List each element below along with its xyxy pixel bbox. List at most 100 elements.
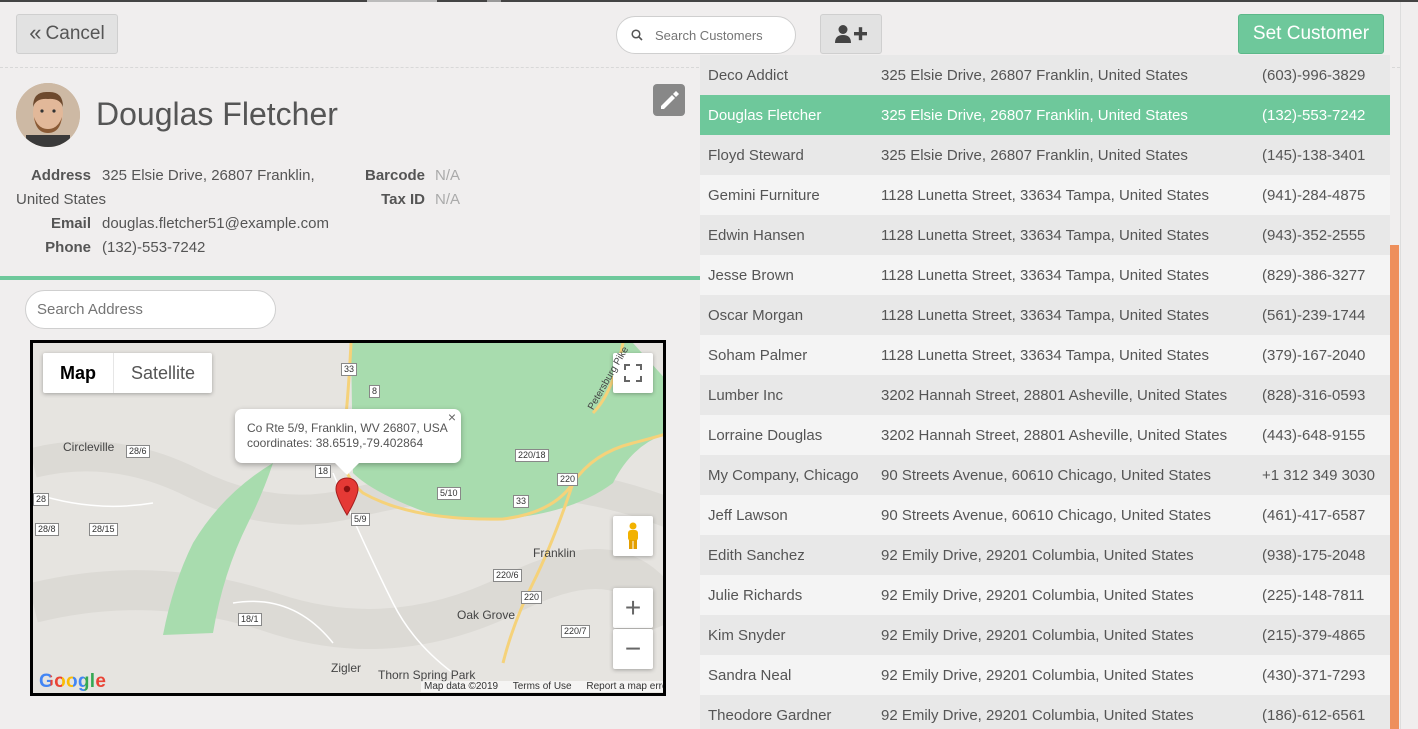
client-details-panel: Douglas Fletcher Address 325 Elsie Drive… — [0, 68, 700, 729]
barcode-label: Barcode — [365, 167, 426, 184]
customer-row[interactable]: Edith Sanchez 92 Emily Drive, 29201 Colum… — [700, 535, 1390, 575]
client-avatar — [16, 83, 80, 147]
info-address: Co Rte 5/9, Franklin, WV 26807, USA — [247, 421, 448, 435]
email-value: douglas.fletcher51@example.com — [102, 215, 330, 232]
customer-phone: (941)-284-4875 — [1262, 186, 1366, 204]
zoom-out-button[interactable]: − — [613, 629, 653, 669]
add-customer-button[interactable] — [820, 14, 882, 54]
address-line2: United States — [16, 191, 107, 208]
customer-row[interactable]: Floyd Steward 325 Elsie Drive, 26807 Fran… — [700, 135, 1390, 175]
customer-address: 1128 Lunetta Street, 33634 Tampa, United… — [881, 186, 1210, 204]
customer-row[interactable]: Theodore Gardner 92 Emily Drive, 29201 Co… — [700, 695, 1390, 729]
road-shield: 18 — [315, 465, 332, 478]
customer-phone: (828)-316-0593 — [1262, 386, 1366, 404]
map-marker-icon — [335, 477, 359, 516]
road-shield: 33 — [513, 495, 530, 508]
customer-address: 92 Emily Drive, 29201 Columbia, United S… — [881, 626, 1194, 644]
place-zigler: Zigler — [331, 661, 362, 675]
customer-phone: (215)-379-4865 — [1262, 626, 1366, 644]
customer-phone: (430)-371-7293 — [1262, 666, 1366, 684]
road-shield: 28/8 — [35, 523, 59, 536]
customer-address: 3202 Hannah Street, 28801 Asheville, Uni… — [881, 426, 1228, 444]
details-separator — [0, 276, 700, 280]
terms-link[interactable]: Terms of Use — [513, 681, 572, 692]
customer-phone: (145)-138-3401 — [1262, 146, 1366, 164]
customer-name: Edith Sanchez — [708, 546, 805, 564]
customer-row[interactable]: Douglas Fletcher 325 Elsie Drive, 26807 F… — [700, 95, 1390, 135]
taxid-value: N/A — [435, 191, 461, 208]
road-shield: 28 — [33, 493, 50, 506]
customer-row[interactable]: Jesse Brown 1128 Lunetta Street, 33634 Ta… — [700, 255, 1390, 295]
map-data-credit: Map data ©2019 — [424, 681, 499, 692]
customer-name: Lumber Inc — [708, 386, 784, 404]
customer-row[interactable]: Julie Richards 92 Emily Drive, 29201 Colu… — [700, 575, 1390, 615]
map-type-satellite[interactable]: Satellite — [114, 353, 212, 393]
customer-address: 1128 Lunetta Street, 33634 Tampa, United… — [881, 306, 1210, 324]
set-customer-button[interactable]: Set Customer — [1238, 14, 1384, 54]
customer-search-box[interactable] — [616, 16, 796, 54]
customer-name: Sandra Neal — [708, 666, 792, 684]
customer-row[interactable]: Deco Addict 325 Elsie Drive, 26807 Frankl… — [700, 55, 1390, 95]
map-type-map[interactable]: Map — [43, 353, 114, 393]
customer-phone: (186)-612-6561 — [1262, 706, 1366, 724]
road-shield: 220 — [557, 473, 579, 486]
customer-row[interactable]: My Company, Chicago 90 Streets Avenue, 60… — [700, 455, 1390, 495]
road-shield: 33 — [341, 363, 358, 376]
email-label: Email — [50, 215, 91, 232]
customer-name: Lorraine Douglas — [708, 426, 823, 444]
road-shield: 220 — [521, 591, 543, 604]
customer-phone: (379)-167-2040 — [1262, 346, 1366, 364]
customer-address: 92 Emily Drive, 29201 Columbia, United S… — [881, 586, 1194, 604]
place-oak-grove: Oak Grove — [457, 608, 516, 622]
double-chevron-left-icon: « — [29, 20, 42, 45]
fullscreen-icon — [624, 364, 642, 382]
customer-row[interactable]: Jeff Lawson 90 Streets Avenue, 60610 Chic… — [700, 495, 1390, 535]
customer-row[interactable]: Edwin Hansen 1128 Lunetta Street, 33634 T… — [700, 215, 1390, 255]
customer-row[interactable]: Oscar Morgan 1128 Lunetta Street, 33634 T… — [700, 295, 1390, 335]
customer-row[interactable]: Soham Palmer 1128 Lunetta Street, 33634 T… — [700, 335, 1390, 375]
road-shield: 220/6 — [493, 569, 522, 582]
barcode-value: N/A — [435, 167, 461, 184]
address-search-box[interactable] — [25, 290, 276, 329]
road-shield: 28/15 — [89, 523, 118, 536]
customer-name: Deco Addict — [708, 66, 789, 84]
customer-list: Deco Addict 325 Elsie Drive, 26807 Frankl… — [700, 55, 1390, 729]
customer-row[interactable]: Kim Snyder 92 Emily Drive, 29201 Columbia… — [700, 615, 1390, 655]
map-type-switcher: Map Satellite — [43, 353, 213, 393]
street-view-button[interactable] — [613, 516, 653, 556]
customer-phone: (225)-148-7811 — [1262, 586, 1365, 604]
road-shield: 5/9 — [351, 513, 370, 526]
road-shield: 18/1 — [238, 613, 262, 626]
customer-name: Jesse Brown — [708, 266, 794, 284]
customer-list-scrollbar[interactable] — [1390, 245, 1399, 729]
phone-value: (132)-553-7242 — [102, 239, 206, 256]
customer-address: 92 Emily Drive, 29201 Columbia, United S… — [881, 546, 1194, 564]
customer-phone: +1 312 349 3030 — [1262, 466, 1376, 484]
customer-phone: (829)-386-3277 — [1262, 266, 1366, 284]
map-footer: Map data ©2019 Terms of Use Report a map… — [421, 681, 663, 692]
customer-row[interactable]: Lumber Inc 3202 Hannah Street, 28801 Ashe… — [700, 375, 1390, 415]
customer-address: 325 Elsie Drive, 26807 Franklin, United … — [881, 66, 1188, 84]
report-error-link[interactable]: Report a map error — [586, 681, 663, 692]
customer-row[interactable]: Sandra Neal 92 Emily Drive, 29201 Columbi… — [700, 655, 1390, 695]
map-view[interactable]: Map Satellite + − Co Rte 5/9, Franklin, … — [30, 340, 666, 696]
cancel-button[interactable]: « Cancel — [16, 14, 118, 54]
add-user-icon — [835, 25, 867, 43]
customer-name: My Company, Chicago — [708, 466, 859, 484]
phone-label: Phone — [45, 239, 91, 256]
zoom-in-button[interactable]: + — [613, 588, 653, 628]
customer-name: Soham Palmer — [708, 346, 808, 364]
customer-row[interactable]: Lorraine Douglas 3202 Hannah Street, 2880… — [700, 415, 1390, 455]
customer-address: 1128 Lunetta Street, 33634 Tampa, United… — [881, 346, 1210, 364]
address-search-input[interactable] — [37, 301, 267, 318]
close-icon[interactable]: × — [448, 410, 456, 425]
customer-address: 1128 Lunetta Street, 33634 Tampa, United… — [881, 266, 1210, 284]
pegman-icon — [628, 522, 638, 549]
customer-search-input[interactable] — [655, 27, 785, 43]
client-details: Address 325 Elsie Drive, 26807 Franklin,… — [16, 164, 496, 264]
edit-client-button[interactable] — [653, 84, 685, 116]
customer-row[interactable]: Gemini Furniture 1128 Lunetta Street, 336… — [700, 175, 1390, 215]
customer-name: Oscar Morgan — [708, 306, 804, 324]
address-label: Address — [30, 167, 91, 184]
google-logo-text: Google — [39, 671, 107, 692]
